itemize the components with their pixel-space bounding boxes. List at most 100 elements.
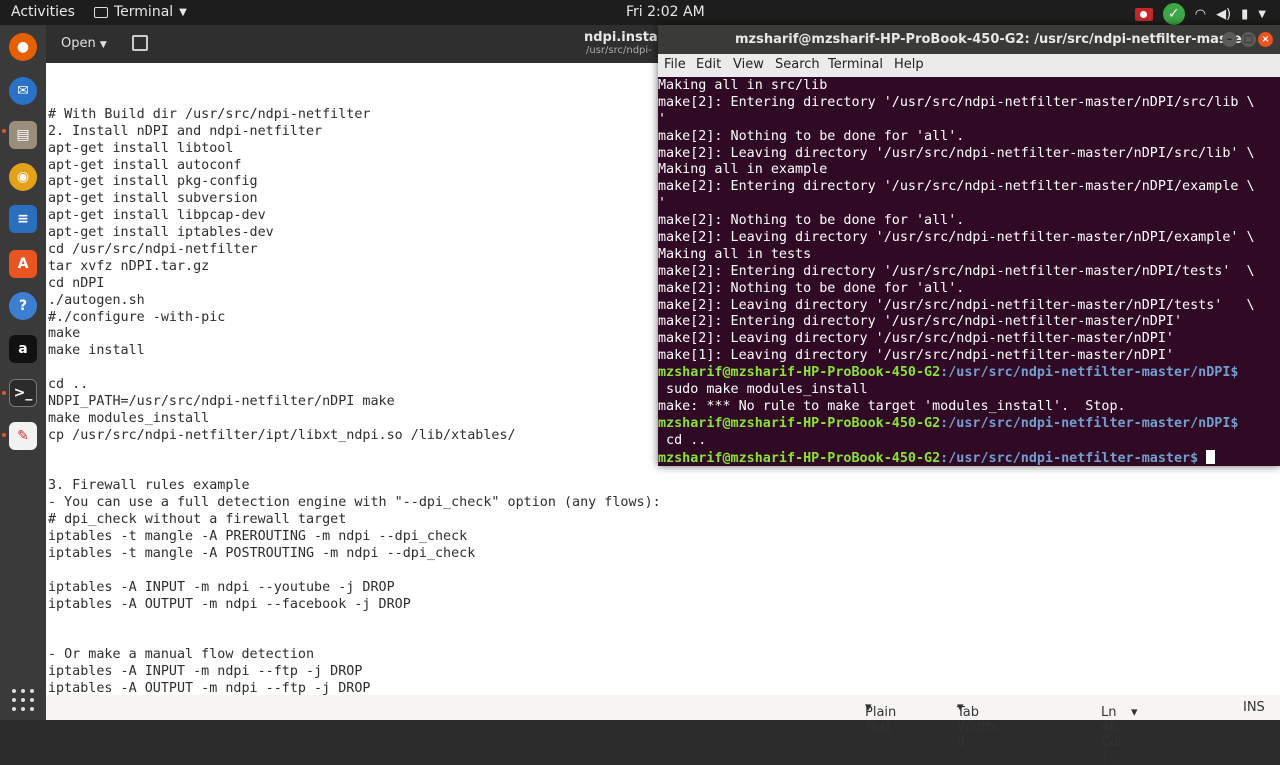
editor-text-area[interactable]: # With Build dir /usr/src/ndpi-netfilter… xyxy=(48,90,661,698)
save-icon[interactable] xyxy=(132,35,148,51)
dock: ● ✉ ▤ ◉ ≡ A ? a >_ ✎ xyxy=(0,25,46,720)
amazon-icon[interactable]: a xyxy=(9,335,37,363)
update-check-icon[interactable]: ✓ xyxy=(1162,3,1185,25)
wifi-icon[interactable]: ◠ xyxy=(1195,7,1206,22)
running-indicator xyxy=(2,433,6,437)
terminal-titlebar[interactable]: mzsharif@mzsharif-HP-ProBook-450-G2: /us… xyxy=(658,25,1280,54)
editor-statusbar: Plain Text ▾ Tab Width: 8 ▾ Ln 46, Col 1… xyxy=(46,695,1280,765)
editor-line: apt-get install pkg-config xyxy=(48,174,258,190)
editor-line: apt-get install libpcap-dev xyxy=(48,208,266,224)
menu-view[interactable]: View xyxy=(733,57,764,72)
clock[interactable]: Fri 2:02 AM xyxy=(626,4,705,20)
files-icon[interactable]: ▤ xyxy=(9,121,37,149)
editor-line: 2. Install nDPI and ndpi-netfilter xyxy=(48,123,323,139)
app-menu-label: Terminal xyxy=(114,4,174,20)
thunderbird-icon[interactable]: ✉ xyxy=(9,77,37,105)
editor-line: iptables -A INPUT -m ndpi --ftp -j DROP xyxy=(48,664,363,680)
terminal-output-line: make[2]: Nothing to be done for 'all'. xyxy=(658,213,965,229)
terminal-output-line: make[2]: Leaving directory '/usr/src/ndp… xyxy=(658,331,1174,347)
terminal-icon xyxy=(94,6,108,18)
writer-icon[interactable]: ≡ xyxy=(9,205,37,233)
terminal-menubar: File Edit View Search Terminal Help xyxy=(658,54,1280,77)
editor-line: make modules_install xyxy=(48,410,210,426)
editor-line: cd nDPI xyxy=(48,275,105,291)
editor-line: cd /usr/src/ndpi-netfilter xyxy=(48,242,258,258)
running-indicator xyxy=(2,129,6,133)
chevron-down-icon: ▼ xyxy=(99,40,107,50)
command-line: cd .. xyxy=(658,432,707,448)
show-applications-icon[interactable] xyxy=(12,689,34,711)
document-path: /usr/src/ndpi- xyxy=(586,45,652,56)
app-menu[interactable]: Terminal ▼ xyxy=(94,4,187,20)
activities-button[interactable]: Activities xyxy=(11,4,75,20)
software-icon[interactable]: A xyxy=(9,250,37,278)
terminal-output[interactable]: Making all in src/lib make[2]: Entering d… xyxy=(658,78,1280,466)
terminal-output-line: ' xyxy=(658,111,667,127)
editor-line: # With Build dir /usr/src/ndpi-netfilter xyxy=(48,106,371,122)
chevron-down-icon[interactable]: ▼ xyxy=(1258,9,1266,20)
editor-line: apt-get install subversion xyxy=(48,191,258,207)
editor-line: # dpi_check without a firewall target xyxy=(48,512,347,528)
menu-edit[interactable]: Edit xyxy=(696,57,721,72)
terminal-output-line: make[2]: Entering directory '/usr/src/nd… xyxy=(658,179,1255,195)
menu-terminal[interactable]: Terminal xyxy=(828,57,883,72)
terminal-output-lines: Making all in src/lib make[2]: Entering d… xyxy=(658,78,1280,365)
tab-width-selector[interactable]: Tab Width: 8 ▾ xyxy=(957,700,999,750)
volume-icon[interactable]: ◀) xyxy=(1216,7,1231,22)
terminal-output-line: make[2]: Leaving directory '/usr/src/ndp… xyxy=(658,297,1255,313)
editor-line: apt-get install libtool xyxy=(48,140,234,156)
chevron-down-icon: ▼ xyxy=(179,6,187,18)
language-selector[interactable]: Plain Text ▾ xyxy=(865,700,896,735)
editor-line: NDPI_PATH=/usr/src/ndpi-netfilter/nDPI m… xyxy=(48,394,395,410)
maximize-button[interactable]: □ xyxy=(1241,32,1256,47)
editor-line: iptables -t mangle -A POSTROUTING -m ndp… xyxy=(48,546,476,562)
editor-line: 3. Firewall rules example xyxy=(48,478,250,494)
prompt-line: mzsharif@mzsharif-HP-ProBook-450-G2:/usr… xyxy=(658,365,1239,381)
terminal-output-line: make[2]: Entering directory '/usr/src/nd… xyxy=(658,263,1255,279)
prompt-line: mzsharif@mzsharif-HP-ProBook-450-G2:/usr… xyxy=(658,415,1239,431)
terminal-title: mzsharif@mzsharif-HP-ProBook-450-G2: /us… xyxy=(735,32,1249,47)
prompt-line: mzsharif@mzsharif-HP-ProBook-450-G2:/usr… xyxy=(658,449,1280,466)
editor-line: apt-get install autoconf xyxy=(48,157,242,173)
menu-file[interactable]: File xyxy=(664,57,686,72)
minimize-button[interactable]: – xyxy=(1222,32,1237,47)
help-icon[interactable]: ? xyxy=(9,292,37,320)
firefox-icon[interactable]: ● xyxy=(9,33,37,61)
top-bar: Activities Terminal ▼ Fri 2:02 AM ✓ ◠ ◀)… xyxy=(0,0,1280,25)
editor-line: cd .. xyxy=(48,377,89,393)
editor-line: iptables -A INPUT -m ndpi --youtube -j D… xyxy=(48,579,395,595)
error-line: make: *** No rule to make target 'module… xyxy=(658,398,1126,414)
editor-line: #./configure -with-pic xyxy=(48,309,226,325)
editor-line: make install xyxy=(48,343,145,359)
terminal-output-line: make[2]: Leaving directory '/usr/src/ndp… xyxy=(658,145,1255,161)
terminal-icon[interactable]: >_ xyxy=(9,379,37,407)
insert-mode[interactable]: INS xyxy=(1243,700,1265,715)
terminal-output-line: Making all in example xyxy=(658,162,828,178)
screen-recorder-icon[interactable] xyxy=(1134,7,1153,21)
command-line: sudo make modules_install xyxy=(658,382,868,398)
text-editor-icon[interactable]: ✎ xyxy=(9,422,37,450)
editor-line: cp /usr/src/ndpi-netfilter/ipt/libxt_ndp… xyxy=(48,427,516,443)
terminal-output-line: ' xyxy=(658,196,667,212)
open-button[interactable]: Open ▼ xyxy=(52,32,110,56)
close-button[interactable]: × xyxy=(1258,32,1273,47)
terminal-output-line: make[1]: Leaving directory '/usr/src/ndp… xyxy=(658,348,1174,364)
rhythmbox-icon[interactable]: ◉ xyxy=(9,163,37,191)
terminal-output-line: make[2]: Nothing to be done for 'all'. xyxy=(658,280,965,296)
terminal-output-line: make[2]: Leaving directory '/usr/src/ndp… xyxy=(658,230,1255,246)
menu-search[interactable]: Search xyxy=(775,57,820,72)
menu-help[interactable]: Help xyxy=(894,57,924,72)
terminal-output-line: make[2]: Nothing to be done for 'all'. xyxy=(658,128,965,144)
editor-line: - Or make a manual flow detection xyxy=(48,647,315,663)
editor-line: iptables -A OUTPUT -m ndpi --facebook -j… xyxy=(48,596,411,612)
battery-icon[interactable]: ▮ xyxy=(1241,7,1248,22)
running-indicator xyxy=(2,391,6,395)
system-tray[interactable]: ✓ ◠ ◀) ▮ ▼ xyxy=(1134,3,1266,25)
editor-line: make xyxy=(48,326,81,342)
editor-line: tar xvfz nDPI.tar.gz xyxy=(48,258,210,274)
terminal-output-line: make[2]: Entering directory '/usr/src/nd… xyxy=(658,94,1255,110)
